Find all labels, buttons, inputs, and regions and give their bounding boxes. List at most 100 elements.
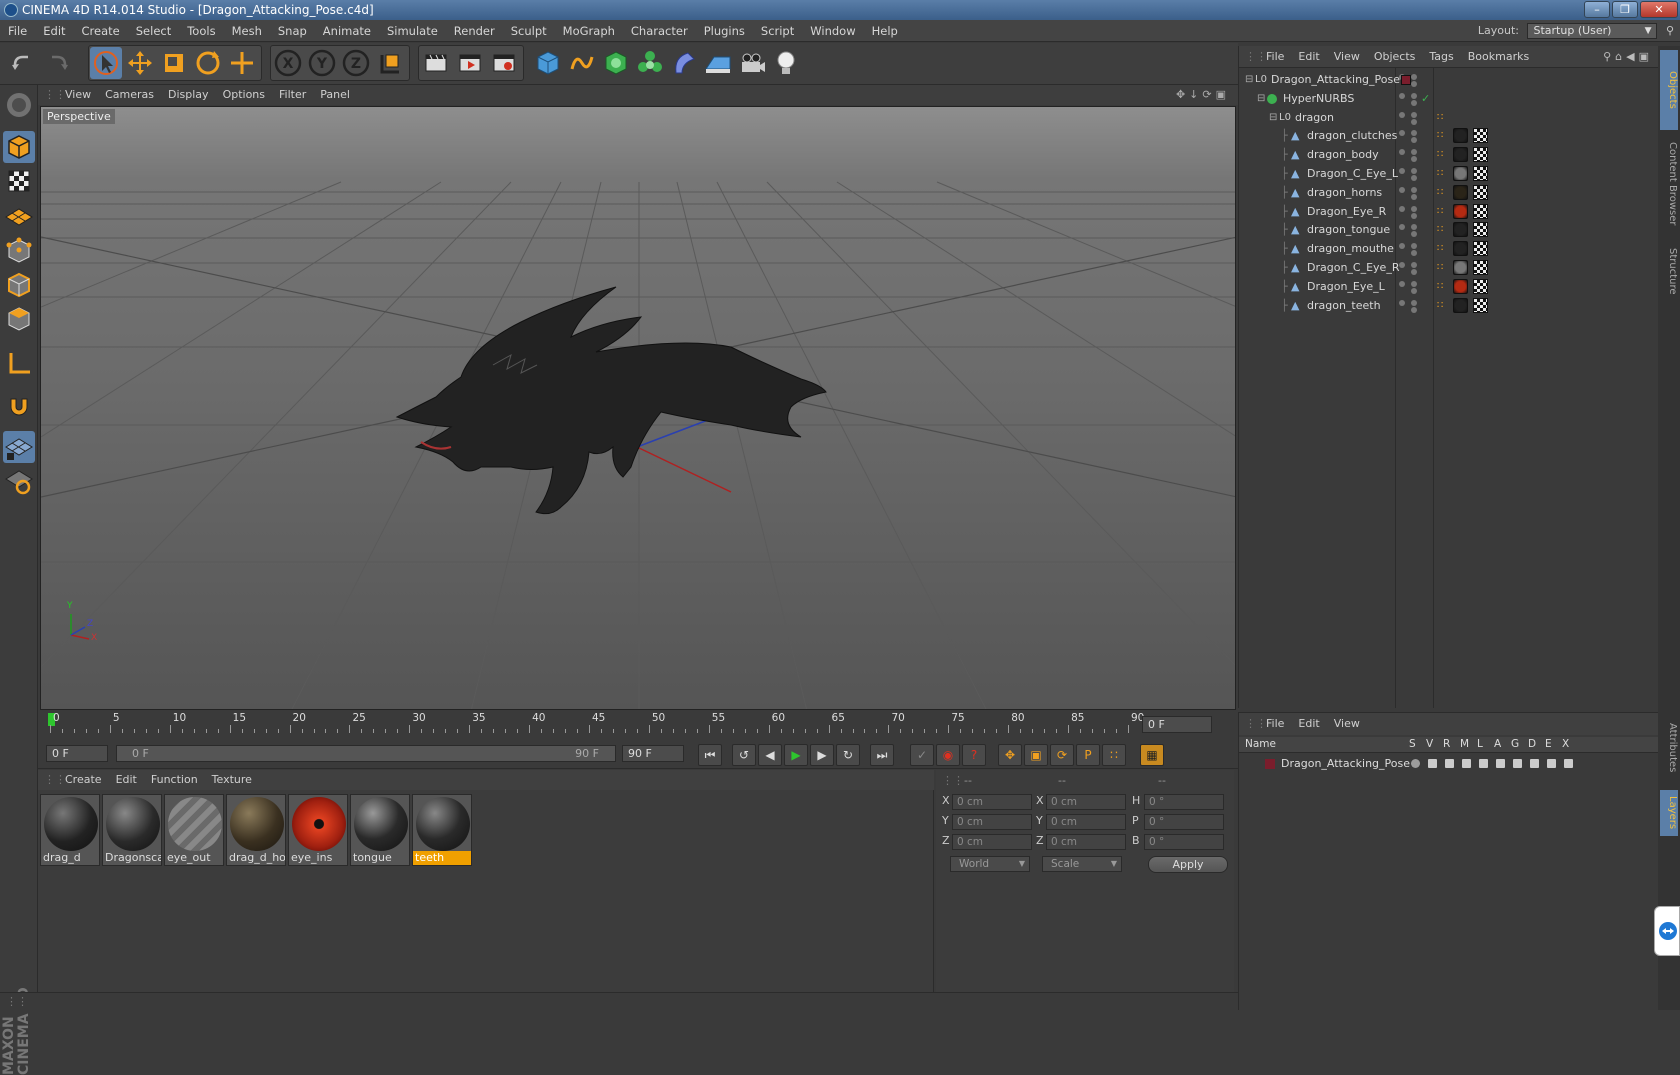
timeline-window-icon[interactable]: ▦: [1140, 744, 1164, 766]
menu-file[interactable]: File: [0, 20, 35, 42]
key-point-level-icon[interactable]: ∷: [1102, 744, 1126, 766]
tree-expander-icon[interactable]: ⊟: [1245, 70, 1253, 90]
mat-menu-edit[interactable]: Edit: [109, 770, 144, 790]
tab-content-browser[interactable]: Content Browser: [1660, 136, 1678, 232]
planar-workplane-icon[interactable]: [3, 465, 35, 497]
cloner-icon[interactable]: [634, 47, 666, 79]
editor-visibility-dot[interactable]: [1399, 280, 1405, 287]
viewport-nav-icons[interactable]: ✥↓⟳▣: [1176, 85, 1230, 105]
move-tool-button[interactable]: [124, 47, 156, 79]
coordinate-system-icon[interactable]: [374, 47, 406, 79]
menu-edit[interactable]: Edit: [35, 20, 73, 42]
search-icon[interactable]: ⚲: [1660, 20, 1680, 42]
uvw-tag-icon[interactable]: [1473, 128, 1488, 144]
scale-tool-button[interactable]: [158, 47, 190, 79]
undo-button[interactable]: [6, 47, 38, 79]
go-to-start-button[interactable]: ⏮: [698, 744, 722, 766]
layer-color-swatch[interactable]: [1265, 759, 1275, 769]
tree-expander-icon[interactable]: ⊟: [1269, 108, 1277, 128]
layer-column-label[interactable]: E: [1545, 738, 1552, 750]
render-view-icon[interactable]: [420, 47, 452, 79]
phong-tag-icon[interactable]: ∷: [1437, 220, 1443, 240]
menu-snap[interactable]: Snap: [270, 20, 315, 42]
apply-button[interactable]: Apply: [1148, 856, 1228, 873]
layout-select[interactable]: Startup (User) ▼: [1526, 23, 1657, 39]
model-mode-icon[interactable]: [3, 131, 35, 163]
phong-tag-icon[interactable]: ∷: [1437, 108, 1443, 128]
close-button[interactable]: ✕: [1640, 1, 1678, 18]
object-row[interactable]: ├ ▲ dragon_clutches ∷: [1239, 126, 1659, 146]
y-axis-lock-icon[interactable]: Y: [306, 47, 338, 79]
object-row[interactable]: ⊟ L0 Dragon_Attacking_Pose: [1239, 70, 1659, 90]
phong-tag-icon[interactable]: ∷: [1437, 183, 1443, 203]
object-row[interactable]: ├ ▲ dragon_body ∷: [1239, 145, 1659, 165]
material-swatch[interactable]: drag_d_ho: [226, 794, 286, 866]
tree-expander-icon[interactable]: ⊟: [1257, 89, 1265, 109]
minimize-button[interactable]: –: [1584, 1, 1610, 18]
render-visibility-dot[interactable]: [1411, 306, 1417, 313]
obj-menu-tags[interactable]: Tags: [1422, 46, 1460, 68]
layer-column-label[interactable]: S: [1409, 738, 1416, 750]
uvw-tag-icon[interactable]: [1473, 203, 1488, 219]
object-row[interactable]: ⊟ L0 dragon ∷: [1239, 108, 1659, 128]
object-row[interactable]: ⊟ HyperNURBS ✓: [1239, 89, 1659, 109]
menu-tools[interactable]: Tools: [179, 20, 223, 42]
render-visibility-dot[interactable]: [1411, 224, 1417, 231]
phong-tag-icon[interactable]: ∷: [1437, 296, 1443, 316]
vp-menu-filter[interactable]: Filter: [272, 85, 313, 105]
maximize-button[interactable]: ❐: [1612, 1, 1638, 18]
render-visibility-dot[interactable]: [1411, 262, 1417, 268]
uvw-tag-icon[interactable]: [1473, 147, 1488, 163]
coord-pos-x-field[interactable]: 0 cm: [952, 794, 1032, 810]
obj-menu-objects[interactable]: Objects: [1367, 46, 1423, 68]
tab-attributes[interactable]: Attributes: [1660, 712, 1678, 784]
render-visibility-dot[interactable]: [1411, 212, 1417, 219]
polygons-mode-icon[interactable]: [3, 303, 35, 335]
render-visibility-dot[interactable]: [1411, 149, 1417, 156]
uvw-tag-icon[interactable]: [1473, 222, 1488, 238]
layer-column-label[interactable]: A: [1494, 738, 1501, 750]
obj-menu-bookmarks[interactable]: Bookmarks: [1461, 46, 1536, 68]
layer-flag-icon[interactable]: [1496, 759, 1505, 768]
coord-size-y-field[interactable]: 0 cm: [1046, 814, 1126, 830]
layer-menu-view[interactable]: View: [1327, 713, 1367, 735]
mat-menu-function[interactable]: Function: [144, 770, 205, 790]
editor-visibility-dot[interactable]: [1399, 92, 1405, 99]
coord-pos-y-field[interactable]: 0 cm: [952, 814, 1032, 830]
menu-select[interactable]: Select: [128, 20, 179, 42]
render-visibility-dot[interactable]: [1411, 99, 1417, 106]
menu-render[interactable]: Render: [446, 20, 503, 42]
texture-mode-icon[interactable]: [3, 165, 35, 197]
render-visibility-dot[interactable]: [1411, 111, 1417, 118]
material-swatch[interactable]: eye_ins: [288, 794, 348, 866]
phong-tag-icon[interactable]: ∷: [1437, 202, 1443, 222]
key-rotation-icon[interactable]: ⟳: [1050, 744, 1074, 766]
enabled-check-icon[interactable]: ✓: [1421, 89, 1430, 109]
menu-sculpt[interactable]: Sculpt: [503, 20, 555, 42]
object-row[interactable]: ├ ▲ dragon_tongue ∷: [1239, 220, 1659, 240]
vp-menu-display[interactable]: Display: [161, 85, 216, 105]
layer-flag-icon[interactable]: [1513, 759, 1522, 768]
layer-menu-edit[interactable]: Edit: [1291, 713, 1326, 735]
object-row[interactable]: ├ ▲ Dragon_C_Eye_L ∷: [1239, 164, 1659, 184]
phong-tag-icon[interactable]: ∷: [1437, 126, 1443, 146]
render-visibility-dot[interactable]: [1411, 130, 1417, 137]
material-tag-icon[interactable]: [1453, 128, 1468, 144]
layer-flag-icon[interactable]: [1445, 759, 1454, 768]
phong-tag-icon[interactable]: ∷: [1437, 145, 1443, 165]
object-row[interactable]: ├ ▲ dragon_horns ∷: [1239, 183, 1659, 203]
render-visibility-dot[interactable]: [1411, 137, 1417, 144]
menu-mograph[interactable]: MoGraph: [555, 20, 623, 42]
layer-flag-icon[interactable]: [1428, 759, 1437, 768]
layer-column-label[interactable]: V: [1426, 738, 1433, 750]
keyframe-selection-icon[interactable]: ?: [962, 744, 986, 766]
vp-menu-view[interactable]: View: [58, 85, 98, 105]
editor-visibility-dot[interactable]: [1399, 224, 1405, 231]
magnet-snap-icon[interactable]: [3, 389, 35, 421]
subdivision-surface-icon[interactable]: [600, 47, 632, 79]
material-swatch[interactable]: drag_d: [40, 794, 100, 866]
menu-create[interactable]: Create: [74, 20, 128, 42]
material-swatch[interactable]: eye_out: [164, 794, 224, 866]
next-frame-button[interactable]: ▶: [810, 744, 834, 766]
material-tag-icon[interactable]: [1453, 297, 1468, 313]
